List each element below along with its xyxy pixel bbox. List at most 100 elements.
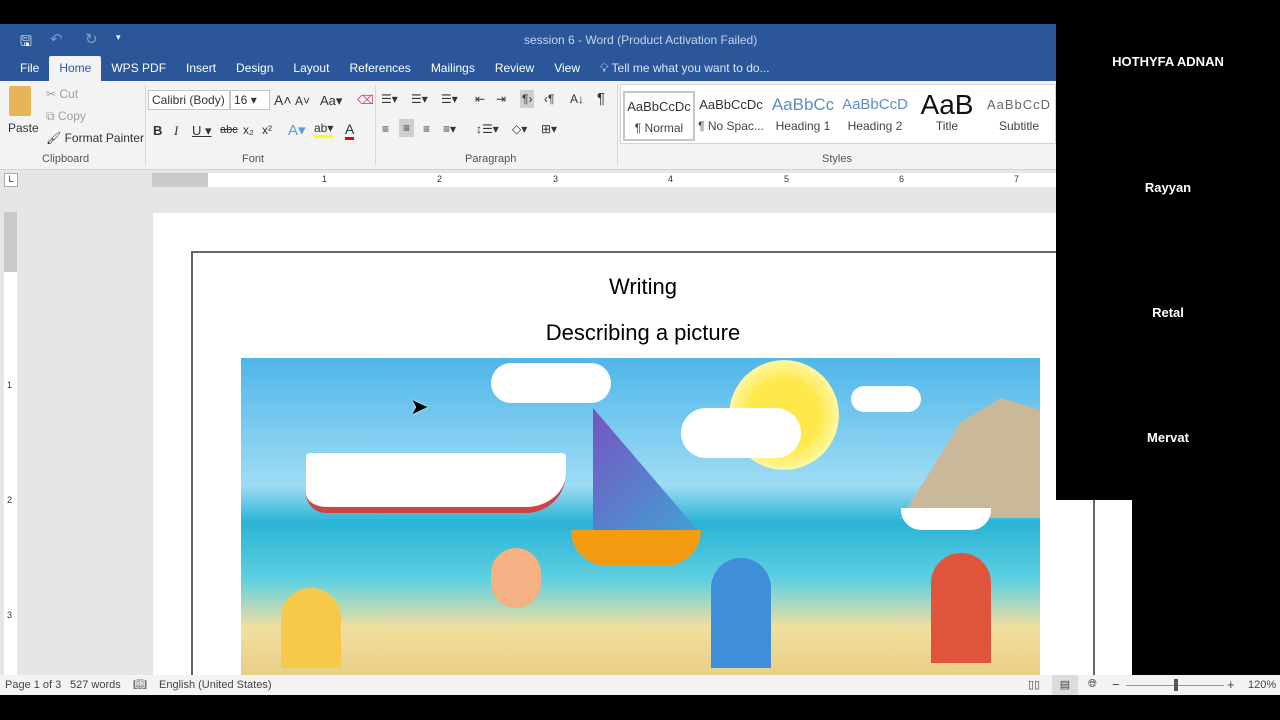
zoom-out-button[interactable]: − — [1112, 677, 1120, 692]
tell-me-text: Tell me what you want to do... — [611, 61, 770, 75]
print-layout-icon[interactable]: ▤ — [1052, 675, 1078, 695]
font-group-label: Font — [242, 153, 265, 165]
participant-name: HOTHYFA ADNAN — [1112, 54, 1224, 69]
style-subtitle[interactable]: AaBbCcD Subtitle — [983, 91, 1055, 141]
beach-picture[interactable] — [241, 358, 1040, 675]
font-size-select[interactable]: 16 ▾ — [230, 90, 270, 110]
tab-references[interactable]: References — [339, 56, 420, 81]
speedboat-illustration — [901, 508, 991, 530]
multilevel-list-icon[interactable]: ☰▾ — [441, 92, 458, 106]
read-mode-icon[interactable]: ▯▯ — [1028, 678, 1040, 691]
bold-button[interactable]: B — [153, 123, 162, 138]
italic-button[interactable]: I — [174, 123, 178, 139]
text-effects-icon[interactable]: A▾ — [288, 121, 306, 139]
style-no-spacing[interactable]: AaBbCcDc ¶ No Spac... — [695, 91, 767, 141]
superscript-button[interactable]: x² — [262, 123, 272, 137]
undo-icon[interactable]: ↶ — [50, 30, 63, 48]
justify-icon[interactable]: ≡▾ — [443, 122, 456, 136]
align-left-icon[interactable]: ≡ — [382, 122, 389, 136]
status-bar: Page 1 of 3 527 words 📖︎ English (United… — [0, 675, 1280, 695]
tab-view[interactable]: View — [544, 56, 590, 81]
boat-illustration — [571, 530, 701, 566]
tab-home[interactable]: Home — [49, 56, 102, 81]
copy-button[interactable]: ⧉ Copy — [46, 109, 86, 124]
lightbulb-icon: 💡︎ — [599, 61, 609, 75]
ruler-number: 3 — [7, 610, 13, 620]
participant-name: Rayyan — [1144, 180, 1192, 195]
align-right-icon[interactable]: ≡ — [423, 122, 430, 136]
customize-qat-icon[interactable]: ▾ — [116, 32, 121, 43]
underline-button[interactable]: U ▾ — [192, 123, 212, 139]
page-count[interactable]: Page 1 of 3 — [5, 679, 61, 691]
zoom-level[interactable]: 120% — [1248, 679, 1276, 691]
document-heading[interactable]: Writing — [191, 274, 1095, 300]
paste-button[interactable]: Paste — [8, 121, 39, 135]
numbering-icon[interactable]: ☰▾ — [411, 92, 428, 106]
style-normal[interactable]: AaBbCcDc ¶ Normal — [623, 91, 695, 141]
paste-icon[interactable] — [9, 86, 31, 116]
child-illustration — [711, 558, 771, 668]
mouse-cursor: ➤ — [410, 394, 429, 419]
scroll-thumb[interactable] — [4, 212, 17, 272]
highlight-icon[interactable]: ab▾ — [314, 121, 334, 138]
redo-icon[interactable]: ↻ — [85, 30, 98, 48]
sort-icon[interactable]: A↓ — [570, 92, 584, 106]
decrease-indent-icon[interactable]: ⇤ — [475, 92, 485, 106]
ribbon: Paste ✂ Cut ⧉ Copy 🖌︎ Format Painter Cli… — [0, 81, 1056, 170]
shading-icon[interactable]: ◇▾ — [512, 122, 527, 136]
bullets-icon[interactable]: ☰▾ — [381, 92, 398, 106]
subscript-button[interactable]: x₂ — [243, 123, 254, 137]
proofing-icon[interactable]: 📖︎ — [133, 678, 147, 691]
ruler-number: 7 — [1014, 174, 1020, 184]
borders-icon[interactable]: ⊞▾ — [541, 122, 557, 136]
word-count[interactable]: 527 words — [70, 679, 121, 691]
zoom-in-button[interactable]: + — [1227, 677, 1235, 692]
ltr-icon[interactable]: ¶› — [520, 90, 535, 108]
cloud-illustration — [851, 386, 921, 412]
increase-indent-icon[interactable]: ⇥ — [496, 92, 506, 106]
horizontal-ruler[interactable]: L 1 2 3 4 5 6 7 — [0, 170, 1056, 190]
cut-button[interactable]: ✂ Cut — [46, 87, 78, 101]
tab-file[interactable]: File — [10, 56, 49, 81]
web-layout-icon[interactable]: 🌐︎ — [1088, 678, 1097, 691]
style-heading-1[interactable]: AaBbCc Heading 1 — [767, 91, 839, 141]
tab-review[interactable]: Review — [485, 56, 544, 81]
styles-group-label: Styles — [822, 153, 852, 165]
child-illustration — [491, 548, 541, 608]
clipboard-group-label: Clipboard — [42, 153, 90, 165]
style-title[interactable]: AaB Title — [911, 91, 983, 141]
vertical-ruler[interactable]: 1 2 3 — [0, 190, 20, 675]
ruler-number: 4 — [668, 174, 674, 184]
shrink-font-icon[interactable]: A˅ — [295, 94, 310, 108]
format-painter-button[interactable]: 🖌︎ Format Painter — [46, 131, 144, 145]
font-color-icon[interactable]: A — [345, 121, 355, 140]
tab-design[interactable]: Design — [226, 56, 283, 81]
child-illustration — [931, 553, 991, 663]
participant-name: Retal — [1152, 305, 1184, 320]
styles-gallery: AaBbCcDc ¶ Normal AaBbCcDc ¶ No Spac... Aa… — [620, 84, 1056, 144]
change-case-button[interactable]: Aa▾ — [320, 93, 342, 109]
participants-panel: HOTHYFA ADNAN Rayyan Retal Mervat — [1056, 0, 1280, 500]
tell-me-search[interactable]: 💡︎ Tell me what you want to do... — [590, 56, 780, 81]
ruler-number: 3 — [553, 174, 559, 184]
strikethrough-button[interactable]: abc — [220, 124, 238, 136]
font-name-select[interactable]: Calibri (Body) — [148, 90, 230, 110]
show-marks-icon[interactable]: ¶ — [597, 90, 605, 107]
style-heading-2[interactable]: AaBbCcD Heading 2 — [839, 91, 911, 141]
ruler-number: 2 — [7, 495, 13, 505]
grow-font-icon[interactable]: A˄ — [274, 92, 292, 108]
tab-selector[interactable]: L — [4, 173, 18, 187]
zoom-slider-thumb[interactable] — [1174, 679, 1178, 691]
tab-insert[interactable]: Insert — [176, 56, 226, 81]
clear-formatting-icon[interactable]: ⌫ — [357, 93, 374, 107]
rtl-icon[interactable]: ‹¶ — [544, 92, 554, 106]
tab-mailings[interactable]: Mailings — [421, 56, 485, 81]
language[interactable]: English (United States) — [159, 679, 272, 691]
tab-wps-pdf[interactable]: WPS PDF — [101, 56, 176, 81]
align-center-icon[interactable]: ≡ — [399, 119, 415, 137]
child-illustration — [281, 588, 341, 668]
line-spacing-icon[interactable]: ↕☰▾ — [476, 122, 499, 136]
tab-layout[interactable]: Layout — [283, 56, 339, 81]
save-icon[interactable]: 🖫 — [20, 31, 32, 55]
document-subheading[interactable]: Describing a picture — [191, 320, 1095, 346]
